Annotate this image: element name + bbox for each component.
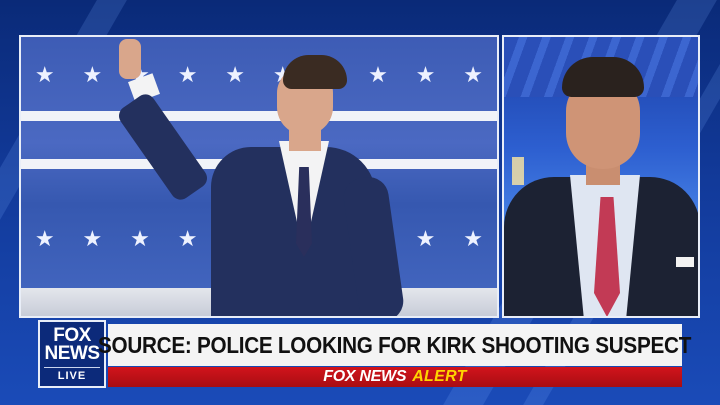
anchor-hair — [562, 57, 644, 97]
headline-text: SOURCE: POLICE LOOKING FOR KIRK SHOOTING… — [98, 331, 692, 358]
headline-bar: SOURCE: POLICE LOOKING FOR KIRK SHOOTING… — [98, 324, 692, 366]
pocket-square — [676, 257, 694, 267]
live-indicator: LIVE — [44, 366, 100, 382]
hair — [283, 55, 347, 89]
star-row-top: ★★★★★★★★★★ — [34, 63, 483, 88]
raised-arm — [115, 90, 211, 204]
anchor-panel — [502, 35, 700, 318]
news-alert-bar: FOX NEWS ALERT — [108, 367, 682, 387]
raised-hand — [119, 39, 141, 79]
fox-news-logo: FOX NEWS LIVE — [38, 320, 106, 388]
photo-panel: ★★★★★★★★★★ ★★★★★★★★★★ — [19, 35, 499, 318]
logo-line-fox: FOX — [53, 324, 91, 346]
backdrop-stripe — [21, 111, 497, 121]
alert-word: ALERT — [412, 368, 467, 385]
studio-light — [512, 157, 524, 185]
alert-brand: FOX NEWS — [323, 368, 407, 385]
logo-line-news: NEWS — [44, 342, 101, 364]
